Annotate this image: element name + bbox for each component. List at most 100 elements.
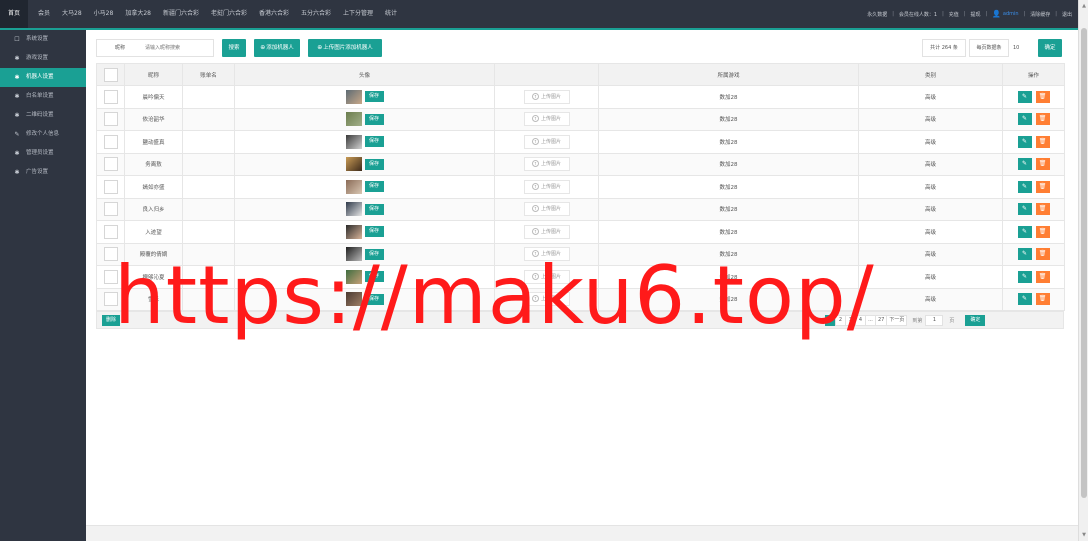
top-right-item[interactable]: 提现 [971, 11, 981, 18]
trash-icon[interactable]: 🗑 [1035, 135, 1050, 148]
edit-icon[interactable]: ✎ [1017, 203, 1032, 216]
trash-icon[interactable]: 🗑 [1035, 225, 1050, 238]
sidebar-item[interactable]: ✱ 白名单设置 [0, 87, 86, 106]
save-button[interactable]: 保存 [364, 181, 384, 193]
top-right-item[interactable]: 永久数据 [867, 11, 887, 18]
save-button[interactable]: 保存 [364, 136, 384, 148]
row-checkbox[interactable] [103, 202, 118, 217]
trash-icon[interactable]: 🗑 [1035, 90, 1050, 103]
goto-confirm-button[interactable]: 确定 [965, 315, 986, 326]
search-input[interactable] [145, 42, 211, 54]
upload-image-button[interactable]: ↑ 上传图片 [523, 89, 570, 104]
row-checkbox[interactable] [103, 89, 118, 104]
upload-image-button[interactable]: ↑ 上传图片 [523, 179, 570, 194]
scroll-up-icon[interactable]: ▲ [1080, 2, 1088, 10]
trash-icon[interactable]: 🗑 [1035, 180, 1050, 193]
top-nav-item[interactable]: 大马28 [62, 0, 82, 28]
scroll-thumb[interactable] [1081, 28, 1087, 498]
search-button[interactable]: 搜索 [222, 39, 246, 57]
upload-image-button[interactable]: ↑ 上传图片 [523, 112, 570, 127]
edit-icon[interactable]: ✎ [1017, 113, 1032, 126]
row-checkbox[interactable] [103, 157, 118, 172]
top-nav-item[interactable]: 老挝门六合彩 [211, 0, 247, 28]
vertical-scrollbar[interactable]: ▲ ▼ [1078, 0, 1088, 541]
save-button[interactable]: 保存 [364, 226, 384, 238]
sidebar-item[interactable]: ✱ 二维码设置 [0, 106, 86, 125]
row-checkbox[interactable] [103, 179, 118, 194]
save-button[interactable]: 保存 [364, 91, 384, 103]
sidebar-item[interactable]: ✱ 游戏设置 [0, 49, 86, 68]
edit-icon[interactable]: ✎ [1017, 293, 1032, 306]
save-button[interactable]: 保存 [364, 203, 384, 215]
top-right-item[interactable]: 退出 [1062, 11, 1072, 18]
pencil-icon: ✎ [14, 131, 20, 138]
user-icon: 👤 [992, 10, 1001, 18]
sidebar-item[interactable]: ✎ 修改个人信息 [0, 125, 86, 144]
top-nav-item[interactable]: 加拿大28 [125, 0, 151, 28]
top-nav-item[interactable]: 上下分管理 [343, 0, 373, 28]
edit-icon[interactable]: ✎ [1017, 225, 1032, 238]
edit-icon[interactable]: ✎ [1017, 180, 1032, 193]
trash-icon[interactable]: 🗑 [1035, 158, 1050, 171]
gear-icon: ✱ [14, 55, 20, 62]
row-checkbox-cell [96, 197, 125, 221]
trash-icon[interactable]: 🗑 [1035, 270, 1050, 283]
goto-page-input[interactable]: 1 [925, 315, 944, 326]
table-row: 嫣如亦盛 保存 ↑ 上传图片 数加28 高级 ✎ 🗑 [96, 175, 1065, 199]
upload-image-button[interactable]: ↑ 上传图片 [523, 134, 570, 149]
upload-add-robot-button[interactable]: ⊕上传图片添加机器人 [308, 39, 382, 57]
edit-icon[interactable]: ✎ [1017, 90, 1032, 103]
sidebar-item[interactable]: ✱ 管理员设置 [0, 144, 86, 163]
save-button[interactable]: 保存 [364, 158, 384, 170]
gear-icon: ✱ [14, 169, 20, 176]
page-button[interactable]: 下一页 [886, 315, 908, 326]
actions-cell: ✎ 🗑 [1002, 152, 1065, 176]
top-nav-item[interactable]: 首页 [0, 0, 29, 28]
upload-image-button[interactable]: ↑ 上传图片 [523, 202, 570, 217]
table-row: 入迹望 保存 ↑ 上传图片 数加28 高级 ✎ 🗑 [96, 220, 1065, 244]
top-right-item[interactable]: 清除缓存 [1030, 11, 1050, 18]
top-nav-item[interactable]: 会员 [38, 0, 50, 28]
divider: | [985, 11, 988, 17]
upload-label: 上传图片 [540, 183, 561, 190]
top-right-item[interactable]: admin [1003, 11, 1019, 17]
avatar [345, 89, 362, 104]
column-header: 昵称 [124, 63, 183, 86]
upload-label: 上传图片 [540, 93, 561, 100]
top-nav-item[interactable]: 新疆门六合彩 [163, 0, 199, 28]
row-checkbox[interactable] [103, 224, 118, 239]
top-nav-item[interactable]: 统计 [385, 0, 397, 28]
sidebar-item[interactable]: ✱ 广告设置 [0, 163, 86, 182]
watermark-text: https://maku6.top/ [114, 249, 875, 342]
category-cell: 高级 [858, 85, 1003, 109]
scroll-down-icon[interactable]: ▼ [1080, 531, 1088, 539]
per-page-confirm-button[interactable]: 确定 [1038, 39, 1062, 57]
top-nav-item[interactable]: 小马28 [94, 0, 114, 28]
upload-image-button[interactable]: ↑ 上传图片 [523, 157, 570, 172]
top-right-item[interactable]: 会员在线人数：1 [899, 11, 937, 18]
actions-cell: ✎ 🗑 [1002, 220, 1065, 244]
per-page-input[interactable]: 10 [1013, 39, 1029, 57]
row-checkbox[interactable] [103, 112, 118, 127]
trash-icon[interactable]: 🗑 [1035, 113, 1050, 126]
edit-icon[interactable]: ✎ [1017, 135, 1032, 148]
upload-image-button[interactable]: ↑ 上传图片 [523, 224, 570, 239]
save-button[interactable]: 保存 [364, 113, 384, 125]
edit-icon[interactable]: ✎ [1017, 158, 1032, 171]
horizontal-scrollbar[interactable] [86, 525, 1078, 541]
top-nav-item[interactable]: 香港六合彩 [259, 0, 289, 28]
edit-icon[interactable]: ✎ [1017, 270, 1032, 283]
row-checkbox-cell [96, 220, 125, 244]
top-right-item[interactable]: 充值 [949, 11, 959, 18]
sidebar-item[interactable]: ✱ 机器人设置 [0, 68, 86, 87]
trash-icon[interactable]: 🗑 [1035, 248, 1050, 261]
edit-icon[interactable]: ✎ [1017, 248, 1032, 261]
add-robot-button[interactable]: ⊕添加机器人 [254, 39, 300, 57]
row-checkbox[interactable] [103, 134, 118, 149]
top-nav-item[interactable]: 五分六合彩 [301, 0, 331, 28]
nickname-cell: 入迹望 [124, 220, 183, 244]
sidebar-item[interactable]: ☐ 系统设置 [0, 30, 86, 49]
select-all-checkbox[interactable] [103, 67, 118, 82]
trash-icon[interactable]: 🗑 [1035, 293, 1050, 306]
trash-icon[interactable]: 🗑 [1035, 203, 1050, 216]
